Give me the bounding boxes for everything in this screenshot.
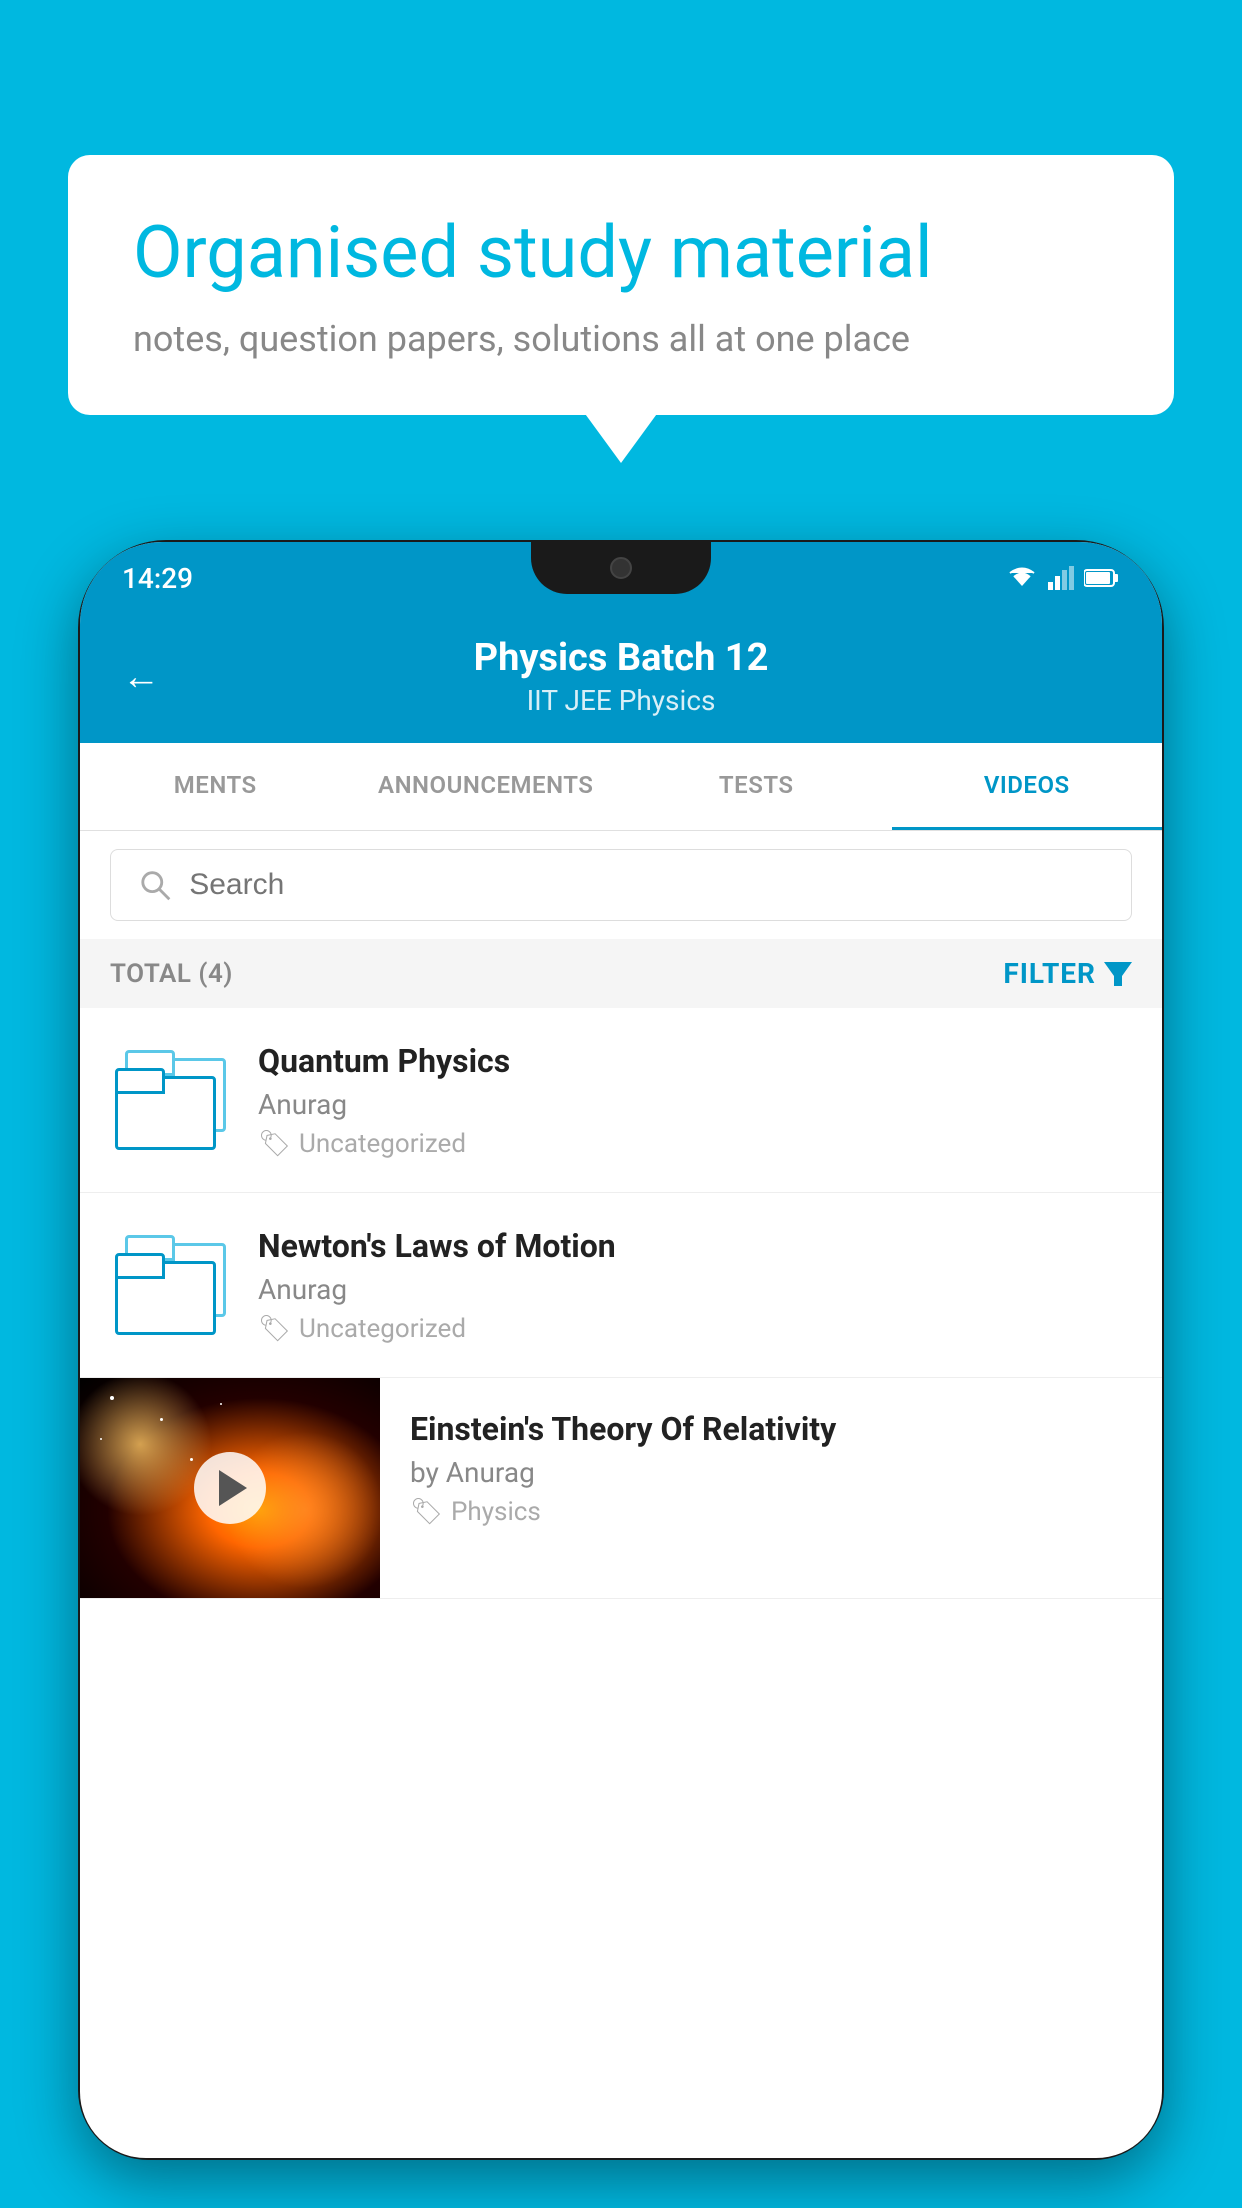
tab-tests[interactable]: TESTS (621, 743, 892, 830)
folder-front (115, 1253, 210, 1335)
signal-icon (1048, 566, 1074, 590)
battery-icon (1084, 568, 1120, 588)
video-info-3: Einstein's Theory Of Relativity by Anura… (380, 1378, 1162, 1559)
tag-icon: 🏷 (258, 1129, 291, 1159)
tab-videos[interactable]: VIDEOS (892, 743, 1163, 830)
search-bar-wrapper (80, 831, 1162, 939)
status-time: 14:29 (122, 562, 193, 595)
speech-bubble: Organised study material notes, question… (68, 155, 1174, 415)
speech-bubble-card: Organised study material notes, question… (68, 155, 1174, 415)
tag-icon: 🏷 (258, 1314, 291, 1344)
list-item[interactable]: Quantum Physics Anurag 🏷 Uncategorized (80, 1008, 1162, 1193)
status-bar: 14:29 (80, 542, 1162, 614)
notch-camera (610, 557, 632, 579)
tab-ments[interactable]: MENTS (80, 743, 351, 830)
video-info-2: Newton's Laws of Motion Anurag 🏷 Uncateg… (258, 1227, 1132, 1344)
filter-button[interactable]: FILTER (1003, 957, 1132, 990)
tag-label: Physics (451, 1497, 541, 1527)
folder-thumb-2 (110, 1225, 230, 1345)
folder-front (115, 1068, 210, 1150)
video-info-1: Quantum Physics Anurag 🏷 Uncategorized (258, 1042, 1132, 1159)
video-title: Newton's Laws of Motion (258, 1227, 1132, 1265)
app-header: ← Physics Batch 12 IIT JEE Physics (80, 614, 1162, 743)
header-subtitle: IIT JEE Physics (188, 684, 1054, 717)
play-icon (219, 1470, 247, 1506)
phone-outer: 14:29 (78, 540, 1164, 2160)
status-icons (1006, 566, 1120, 590)
filter-bar: TOTAL (4) FILTER (80, 939, 1162, 1008)
search-bar[interactable] (110, 849, 1132, 921)
video-list: Quantum Physics Anurag 🏷 Uncategorized (80, 1008, 1162, 1599)
folder-thumb-1 (110, 1040, 230, 1160)
total-count: TOTAL (4) (110, 959, 233, 989)
search-input[interactable] (189, 868, 1103, 902)
screen-content: ← Physics Batch 12 IIT JEE Physics MENTS… (80, 614, 1162, 2158)
folder-stack-icon (115, 1050, 225, 1150)
tag-label: Uncategorized (299, 1314, 466, 1344)
bubble-subtitle: notes, question papers, solutions all at… (133, 318, 1109, 360)
header-title-group: Physics Batch 12 IIT JEE Physics (188, 636, 1054, 717)
video-author: Anurag (258, 1273, 1132, 1306)
video-title: Einstein's Theory Of Relativity (410, 1410, 1132, 1448)
phone-mockup: 14:29 (78, 540, 1164, 2208)
video-tag: 🏷 Physics (410, 1497, 1132, 1527)
list-item[interactable]: Einstein's Theory Of Relativity by Anura… (80, 1378, 1162, 1599)
header-title: Physics Batch 12 (188, 636, 1054, 680)
filter-icon (1104, 962, 1132, 986)
bubble-title: Organised study material (133, 210, 1109, 296)
play-button[interactable] (194, 1452, 266, 1524)
tag-icon: 🏷 (410, 1497, 443, 1527)
phone-screen: 14:29 (80, 542, 1162, 2158)
tag-label: Uncategorized (299, 1129, 466, 1159)
video-author: by Anurag (410, 1456, 1132, 1489)
video-tag: 🏷 Uncategorized (258, 1314, 1132, 1344)
video-thumbnail (80, 1378, 380, 1598)
tabs-bar: MENTS ANNOUNCEMENTS TESTS VIDEOS (80, 743, 1162, 831)
back-button[interactable]: ← (122, 655, 160, 699)
video-title: Quantum Physics (258, 1042, 1132, 1080)
folder-stack-icon (115, 1235, 225, 1335)
video-author: Anurag (258, 1088, 1132, 1121)
search-icon (139, 868, 171, 902)
phone-notch (531, 542, 711, 594)
list-item[interactable]: Newton's Laws of Motion Anurag 🏷 Uncateg… (80, 1193, 1162, 1378)
tab-announcements[interactable]: ANNOUNCEMENTS (351, 743, 622, 830)
wifi-icon (1006, 566, 1038, 590)
video-tag: 🏷 Uncategorized (258, 1129, 1132, 1159)
